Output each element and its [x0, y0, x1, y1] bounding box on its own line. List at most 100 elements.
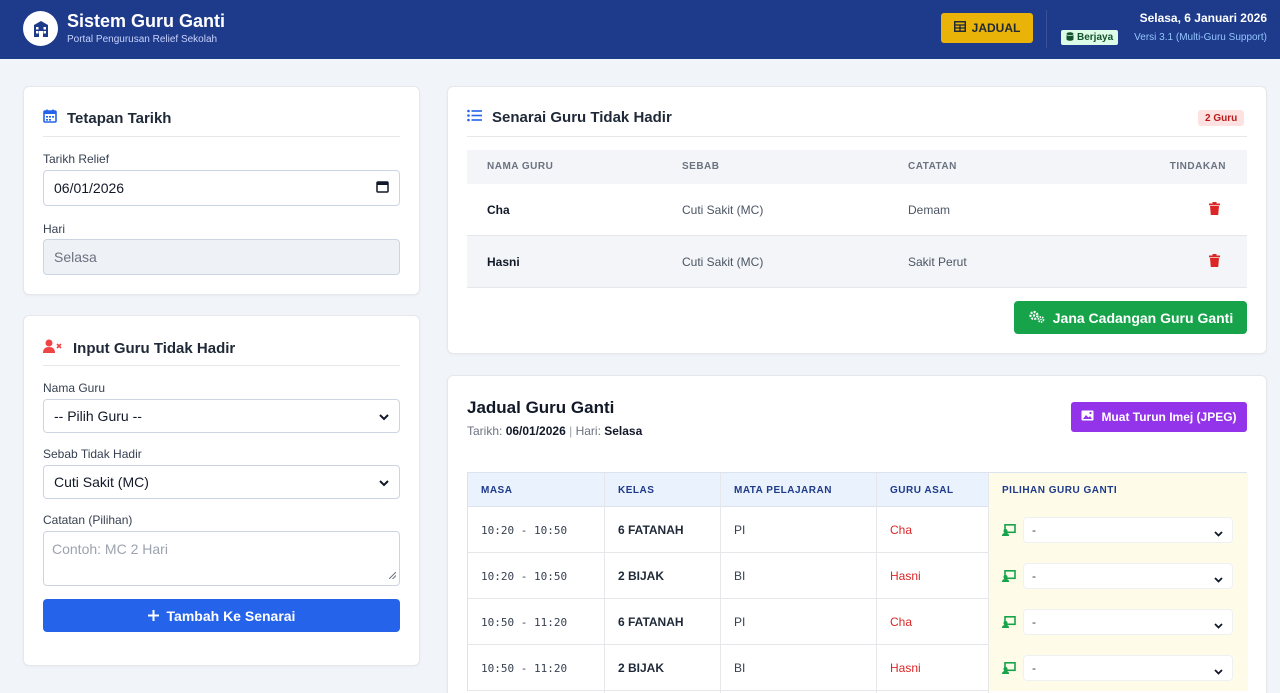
- absence-note: Sakit Perut: [908, 255, 967, 269]
- relief-teacher-select[interactable]: -: [1023, 563, 1233, 589]
- plus-icon: [147, 608, 159, 624]
- time-slot: 10:20 - 10:50: [481, 524, 568, 537]
- trash-icon[interactable]: [1209, 254, 1220, 272]
- time-slot: 10:50 - 11:20: [481, 662, 568, 675]
- add-to-list-button[interactable]: Tambah Ke Senarai: [43, 599, 400, 632]
- absent-list-title-text: Senarai Guru Tidak Hadir: [492, 109, 672, 126]
- resize-handle-icon[interactable]: [388, 566, 397, 582]
- original-teacher: Cha: [890, 615, 913, 629]
- column-header: CATATAN: [908, 161, 957, 172]
- app-header: Sistem Guru Ganti Portal Pengurusan Reli…: [0, 0, 1280, 59]
- note-placeholder: Contoh: MC 2 Hari: [52, 541, 168, 557]
- column-header: KELAS: [618, 485, 655, 496]
- column-header: SEBAB: [682, 161, 720, 172]
- class-name: 6 FATANAH: [618, 523, 684, 537]
- chevron-down-icon: [379, 474, 389, 490]
- schedule-title: Jadual Guru Ganti: [467, 398, 615, 417]
- schedule-day-value: Selasa: [604, 424, 643, 438]
- day-label: Hari: [43, 222, 66, 236]
- teacher-board-icon: [1002, 569, 1016, 587]
- table-row: 10:20 - 10:50 2 BIJAK BI Hasni -: [468, 553, 1248, 599]
- relief-teacher-value: -: [1032, 569, 1036, 583]
- schedule-date-value: 06/01/2026: [505, 424, 566, 438]
- generate-relief-button[interactable]: Jana Cadangan Guru Ganti: [1014, 301, 1247, 334]
- chevron-down-icon: [1214, 618, 1223, 632]
- calendar-picker-icon[interactable]: [376, 180, 389, 196]
- reason-select[interactable]: Cuti Sakit (MC): [43, 465, 400, 499]
- column-divider: [720, 473, 721, 693]
- chevron-down-icon: [1214, 526, 1223, 540]
- day-value: Selasa: [54, 249, 97, 265]
- time-slot: 10:20 - 10:50: [481, 570, 568, 583]
- class-name: 2 BIJAK: [618, 661, 665, 675]
- teacher-board-icon: [1002, 661, 1016, 679]
- database-icon: [1066, 31, 1074, 44]
- schedule-subtitle: Tarikh: 06/01/2026 | Hari: Selasa: [467, 424, 642, 438]
- relief-teacher-value: -: [1032, 661, 1036, 675]
- generate-relief-label: Jana Cadangan Guru Ganti: [1052, 309, 1234, 326]
- relief-teacher-select[interactable]: -: [1023, 517, 1233, 543]
- relief-teacher-select[interactable]: -: [1023, 655, 1233, 681]
- teacher-board-icon: [1002, 523, 1016, 541]
- table-row: Cha Cuti Sakit (MC) Demam: [467, 184, 1247, 236]
- note-label: Catatan (Pilihan): [43, 513, 133, 527]
- original-teacher: Cha: [890, 523, 913, 537]
- jadual-button-label: JADUAL: [971, 21, 1021, 35]
- user-remove-icon: [43, 339, 63, 358]
- divider: [467, 136, 1247, 137]
- absent-list-title: Senarai Guru Tidak Hadir: [467, 109, 672, 126]
- trash-icon[interactable]: [1209, 202, 1220, 220]
- chevron-down-icon: [379, 408, 389, 424]
- subject: PI: [734, 615, 746, 629]
- divider: [43, 365, 400, 366]
- separator: |: [569, 424, 573, 438]
- app-subtitle: Portal Pengurusan Relief Sekolah: [67, 34, 218, 45]
- absence-note: Demam: [908, 203, 951, 217]
- teacher-name-select[interactable]: -- Pilih Guru --: [43, 399, 400, 433]
- column-divider: [988, 473, 989, 693]
- table-icon: [953, 21, 966, 35]
- original-teacher: Hasni: [890, 569, 921, 583]
- relief-teacher-value: -: [1032, 523, 1036, 537]
- column-header: PILIHAN GURU GANTI: [1002, 485, 1118, 496]
- absence-reason: Cuti Sakit (MC): [682, 255, 764, 269]
- note-textarea[interactable]: Contoh: MC 2 Hari: [43, 531, 400, 586]
- original-teacher: Hasni: [890, 661, 921, 675]
- date-settings-title: Tetapan Tarikh: [43, 109, 171, 127]
- subject: BI: [734, 569, 746, 583]
- download-image-label: Muat Turun Imej (JPEG): [1101, 410, 1237, 424]
- column-header: NAMA GURU: [487, 161, 554, 172]
- absent-count-badge: 2 Guru: [1198, 110, 1245, 126]
- table-row: 10:20 - 10:50 6 FATANAH PI Cha -: [468, 507, 1248, 553]
- date-settings-title-text: Tetapan Tarikh: [67, 109, 172, 127]
- list-icon: [467, 109, 482, 126]
- schedule-table-header: MASA KELAS MATA PELAJARAN GURU ASAL PILI…: [468, 473, 1248, 507]
- download-image-button[interactable]: Muat Turun Imej (JPEG): [1071, 402, 1247, 432]
- time-slot: 10:50 - 11:20: [481, 616, 568, 629]
- version-text: Versi 3.1 (Multi-Guru Support): [1134, 32, 1267, 43]
- table-row: Hasni Cuti Sakit (MC) Sakit Perut: [467, 236, 1247, 288]
- image-icon: [1081, 410, 1094, 424]
- current-date: Selasa, 6 Januari 2026: [1139, 11, 1267, 25]
- header-divider: [1046, 10, 1047, 48]
- column-divider: [876, 473, 877, 693]
- app-title: Sistem Guru Ganti: [67, 11, 226, 31]
- add-to-list-label: Tambah Ke Senarai: [166, 607, 296, 624]
- absent-input-title-text: Input Guru Tidak Hadir: [73, 340, 236, 357]
- relief-date-label: Tarikh Relief: [43, 152, 110, 166]
- calendar-icon: [43, 109, 57, 127]
- day-field: Selasa: [43, 239, 400, 275]
- reason-label: Sebab Tidak Hadir: [43, 447, 142, 461]
- class-name: 2 BIJAK: [618, 569, 665, 583]
- subject: BI: [734, 661, 746, 675]
- divider: [43, 136, 400, 137]
- teacher-name-label: Nama Guru: [43, 381, 106, 395]
- teacher-board-icon: [1002, 615, 1016, 633]
- relief-date-input[interactable]: 06/01/2026: [43, 170, 400, 206]
- column-header: MATA PELAJARAN: [734, 485, 832, 496]
- relief-date-value: 06/01/2026: [54, 180, 125, 196]
- jadual-button[interactable]: JADUAL: [941, 13, 1033, 43]
- column-header: MASA: [481, 485, 513, 496]
- relief-teacher-select[interactable]: -: [1023, 609, 1233, 635]
- status-badge: Berjaya: [1061, 30, 1119, 45]
